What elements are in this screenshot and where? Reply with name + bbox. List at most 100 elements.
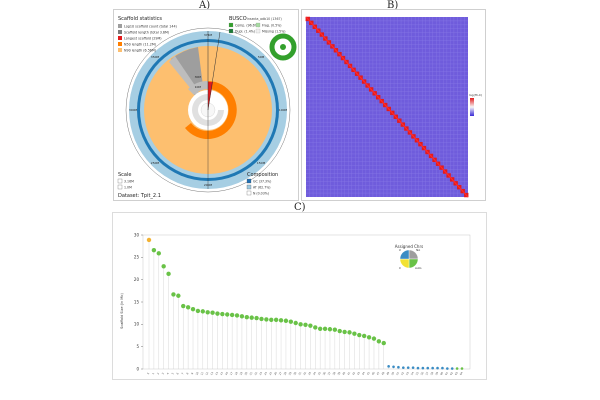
legend-pie-slice <box>399 249 410 260</box>
scaffold-point <box>161 264 166 269</box>
x-tick-label: 60 <box>439 371 444 376</box>
stats-item-label: N50 length (11.2M) <box>124 43 156 47</box>
x-tick-label: 29 <box>287 371 292 376</box>
x-tick-label: 22 <box>253 371 258 376</box>
scaffold-point <box>171 292 176 297</box>
busco-swatch <box>255 28 261 34</box>
scaffold-point <box>347 330 352 335</box>
scaffold-point <box>342 329 347 335</box>
scaffold-point <box>361 333 367 339</box>
x-tick-label: 61 <box>444 371 449 376</box>
x-tick-label: 51 <box>395 371 400 376</box>
scaffold-point <box>387 365 390 368</box>
scaffold-point <box>441 366 444 370</box>
dataset-label: Dataset: Tpit_2.1 <box>118 193 161 199</box>
legend-pie-slice <box>399 258 410 269</box>
scaffold-point <box>293 320 298 326</box>
x-tick-label: 18 <box>234 371 239 376</box>
composition-swatch <box>246 178 252 184</box>
x-tick-label: 52 <box>400 371 405 376</box>
busco-swatch <box>255 22 261 28</box>
scaffold-point <box>239 314 245 319</box>
scaffold-point <box>450 367 454 370</box>
busco-item-label: Dupl. (1.4%) <box>235 30 255 34</box>
x-tick-label: 11 <box>199 371 204 376</box>
scaffold-point <box>146 237 152 243</box>
x-tick-label: 37 <box>327 371 332 376</box>
x-tick-label: 19 <box>238 371 243 376</box>
x-tick-label: 50 <box>390 371 395 376</box>
scaffold-point <box>273 317 279 323</box>
hic-legend-title: log(Hi-C) <box>469 93 482 97</box>
busco-legend: Comp. (96.6%) Frag. (0.5%) Dupl. (1.4%) Mis… <box>228 22 286 34</box>
x-tick-label: 24 <box>263 371 268 376</box>
inner-tick-label: 30M <box>195 75 202 79</box>
x-tick-label: 38 <box>331 371 336 376</box>
x-tick-label: 15 <box>219 371 224 376</box>
x-tick-label: 47 <box>375 371 380 376</box>
scaffold-point <box>397 365 400 369</box>
composition-swatch <box>246 184 252 190</box>
x-tick-label: 46 <box>371 371 376 376</box>
x-tick-label: 63 <box>454 371 459 376</box>
scaffold-point <box>317 326 323 331</box>
scaffold-point <box>446 367 449 370</box>
composition-title: Composition <box>247 172 278 178</box>
scale-swatch <box>117 178 123 184</box>
x-tick-label: 64 <box>459 371 464 376</box>
x-tick-label: 48 <box>380 371 385 376</box>
ring-tick-label: 250M <box>151 161 160 165</box>
scale-legend: 3.16M 1.0M <box>117 178 134 190</box>
ring-tick-label: 150M <box>257 161 266 165</box>
scaffold-point <box>190 306 196 312</box>
x-tick-label: 41 <box>346 371 351 376</box>
x-tick-label: 28 <box>283 371 288 376</box>
stats-item-label: Longest scaffold (29M) <box>124 37 162 41</box>
scaffold-point <box>313 325 318 330</box>
scale-title: Scale <box>118 172 131 178</box>
scaffold-point <box>269 317 274 323</box>
x-tick-label: 27 <box>278 371 283 376</box>
composition-swatch <box>246 190 252 196</box>
x-tick-label: 40 <box>341 371 346 376</box>
chart-legend: Assigned Chrs NAAutoXU <box>395 244 423 270</box>
scaffold-point <box>259 316 264 322</box>
composition-item-label: AT (62.7%) <box>253 186 271 190</box>
stats-swatch <box>118 30 122 34</box>
x-tick-label: X <box>146 372 150 376</box>
scaffold-point <box>352 331 357 336</box>
scale-item-label: 3.16M <box>124 180 134 184</box>
x-tick-label: 59 <box>434 371 439 376</box>
scaffold-point <box>185 305 191 310</box>
scaffold-point <box>421 366 425 370</box>
stats-item-label: Log10 scaffold count (total 144) <box>124 25 177 29</box>
scaffold-point <box>436 366 439 370</box>
x-tick-label: 23 <box>258 371 263 376</box>
scaffold-point <box>392 365 395 369</box>
busco-item-label: Comp. (96.6%) <box>235 24 259 28</box>
ring-tick-label: 100M <box>279 108 288 112</box>
x-tick-label: 26 <box>273 371 278 376</box>
ring-tick-label: 200M <box>204 183 213 187</box>
scaffold-point <box>416 366 420 370</box>
legend-pie-label: NA <box>416 248 420 252</box>
ring-tick-label: 50M <box>258 55 265 59</box>
snail-plot: 374M 50M 100M 150M 200M 250M 300M 350M 30M 10M Sc… <box>117 16 297 199</box>
x-tick-label: 6 <box>175 371 179 375</box>
x-tick-label: 62 <box>449 371 454 376</box>
stats-swatch <box>118 36 122 40</box>
stats-item-label: Scaffold length (total 3.6M) <box>124 31 169 35</box>
scaffold-point <box>337 328 342 334</box>
scaffold-point <box>371 336 377 341</box>
busco-title: BUSCO <box>229 16 247 22</box>
composition-item-label: GC (37.3%) <box>253 180 271 184</box>
scale-swatch <box>117 184 123 190</box>
hic-contact-map: log(Hi-C) <box>305 16 482 198</box>
y-axis-label: Scaffold Size (in Mb) <box>120 293 124 329</box>
scaffold-point <box>210 310 215 315</box>
scaffold-point <box>366 335 372 340</box>
x-tick-label: 2 <box>156 371 160 375</box>
scaffold-point <box>151 247 157 253</box>
x-tick-label: 43 <box>356 371 361 376</box>
scaffold-point <box>283 318 289 323</box>
